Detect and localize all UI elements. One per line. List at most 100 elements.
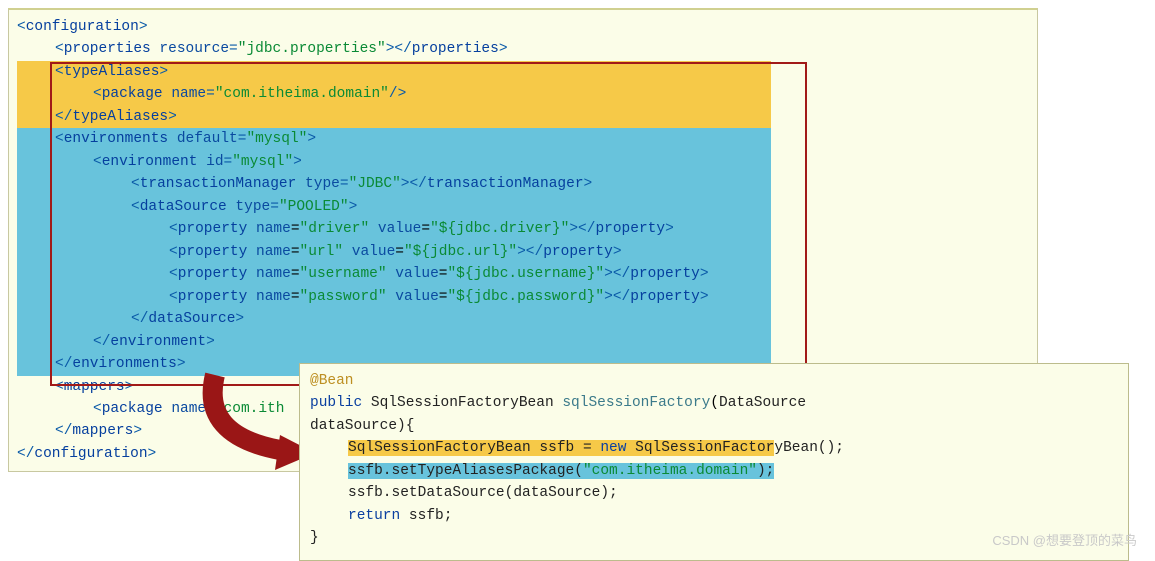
java-keyword: new: [600, 440, 626, 456]
brace: ){: [397, 418, 414, 434]
xml-value: "mysql": [246, 131, 307, 147]
equals: =: [270, 199, 279, 215]
xml-attr: value: [395, 289, 439, 305]
watermark-text: CSDN @想要登顶的菜鸟: [992, 530, 1137, 549]
xml-attr: name: [171, 401, 206, 417]
xml-tag: configuration: [26, 19, 139, 35]
code-line-highlighted: <environment id="mysql">: [17, 151, 771, 173]
xml-attr: type: [305, 176, 340, 192]
xml-tag: environment: [110, 334, 206, 350]
xml-tag: mappers: [72, 423, 133, 439]
xml-value: "mysql": [232, 154, 293, 170]
bracket: ></: [386, 41, 412, 57]
code-line-highlighted: </typeAliases>: [17, 106, 771, 128]
code-line-highlighted: <property name="url" value="${jdbc.url}"…: [17, 241, 771, 263]
code-line-highlighted: <transactionManager type="JDBC"></transa…: [17, 173, 771, 195]
bracket: >: [206, 334, 215, 350]
xml-tag: property: [178, 221, 248, 237]
bracket: >: [139, 19, 148, 35]
code-line-highlighted: <property name="username" value="${jdbc.…: [17, 263, 771, 285]
xml-tag: transactionManager: [427, 176, 584, 192]
java-code: ssfb.setTypeAliasesPackage(: [348, 463, 583, 479]
xml-tag: environments: [64, 131, 168, 147]
bracket: <: [93, 401, 102, 417]
code-line-highlighted: <dataSource type="POOLED">: [17, 196, 771, 218]
xml-value: "POOLED": [279, 199, 349, 215]
bracket: <: [55, 379, 64, 395]
java-param: dataSource: [310, 418, 397, 434]
java-code: );: [757, 463, 774, 479]
equals: =: [206, 86, 215, 102]
code-line-highlighted: </dataSource>: [17, 308, 771, 330]
xml-tag: property: [543, 244, 613, 260]
xml-tag: typeAliases: [64, 64, 160, 80]
bracket: >: [499, 41, 508, 57]
xml-value: "jdbc.properties": [238, 41, 386, 57]
java-code: yBean();: [774, 440, 844, 456]
equals: =: [340, 176, 349, 192]
xml-attr: name: [256, 244, 291, 260]
bracket: </: [17, 446, 34, 462]
java-keyword: return: [348, 508, 400, 524]
xml-tag: typeAliases: [72, 109, 168, 125]
bracket: </: [55, 423, 72, 439]
xml-value: "${jdbc.url}": [404, 244, 517, 260]
xml-value: "${jdbc.username}": [447, 266, 604, 282]
xml-tag: dataSource: [148, 311, 235, 327]
xml-tag: transactionManager: [140, 176, 297, 192]
xml-tag: properties: [64, 41, 151, 57]
java-keyword: public: [310, 395, 362, 411]
bracket: </: [55, 356, 72, 372]
bracket: >: [177, 356, 186, 372]
java-type: SqlSessionFactoryBean: [371, 395, 554, 411]
equals: =: [229, 41, 238, 57]
bracket: <: [55, 41, 64, 57]
bracket: ></: [569, 221, 595, 237]
xml-attr: value: [352, 244, 396, 260]
bracket: <: [55, 131, 64, 147]
xml-tag: property: [630, 289, 700, 305]
bracket: >: [613, 244, 622, 260]
code-line: <properties resource="jdbc.properties"><…: [17, 38, 1029, 60]
xml-attr: name: [256, 289, 291, 305]
bracket: </: [93, 334, 110, 350]
code-line-highlighted: <package name="com.itheima.domain"/>: [17, 83, 771, 105]
bracket: <: [169, 244, 178, 260]
java-code: SqlSessionFactoryBean ssfb =: [348, 440, 600, 456]
bracket: <: [169, 221, 178, 237]
equals: =: [224, 154, 233, 170]
xml-value: "driver": [300, 221, 370, 237]
code-line: <configuration>: [17, 16, 1029, 38]
xml-value: "${jdbc.password}": [447, 289, 604, 305]
bracket: <: [17, 19, 26, 35]
bracket: >: [159, 64, 168, 80]
bracket: >: [700, 289, 709, 305]
xml-attr: type: [235, 199, 270, 215]
xml-attr: name: [256, 221, 291, 237]
brace: }: [310, 530, 319, 546]
xml-attr: value: [378, 221, 422, 237]
xml-tag: package: [102, 86, 163, 102]
bracket: ></: [517, 244, 543, 260]
code-line-highlighted: <typeAliases>: [17, 61, 771, 83]
xml-value: "username": [300, 266, 387, 282]
code-line: dataSource){: [310, 415, 1118, 437]
bracket: ></: [604, 289, 630, 305]
xml-tag: property: [178, 266, 248, 282]
java-code: ssfb;: [400, 508, 452, 524]
bracket: <: [93, 86, 102, 102]
bracket: <: [93, 154, 102, 170]
java-type: DataSource: [719, 395, 806, 411]
bracket: >: [168, 109, 177, 125]
code-line: public SqlSessionFactoryBean sqlSessionF…: [310, 392, 1118, 414]
xml-value: "com.itheima.domain": [215, 86, 389, 102]
bracket: >: [125, 379, 134, 395]
java-code: ssfb.setDataSource(dataSource);: [348, 485, 618, 501]
code-line-highlighted: </environment>: [17, 331, 771, 353]
bracket: ></: [401, 176, 427, 192]
code-line-highlighted: <environments default="mysql">: [17, 128, 771, 150]
xml-tag: property: [595, 221, 665, 237]
bracket: >: [665, 221, 674, 237]
xml-attr: resource: [159, 41, 229, 57]
code-line: ssfb.setDataSource(dataSource);: [310, 482, 1118, 504]
